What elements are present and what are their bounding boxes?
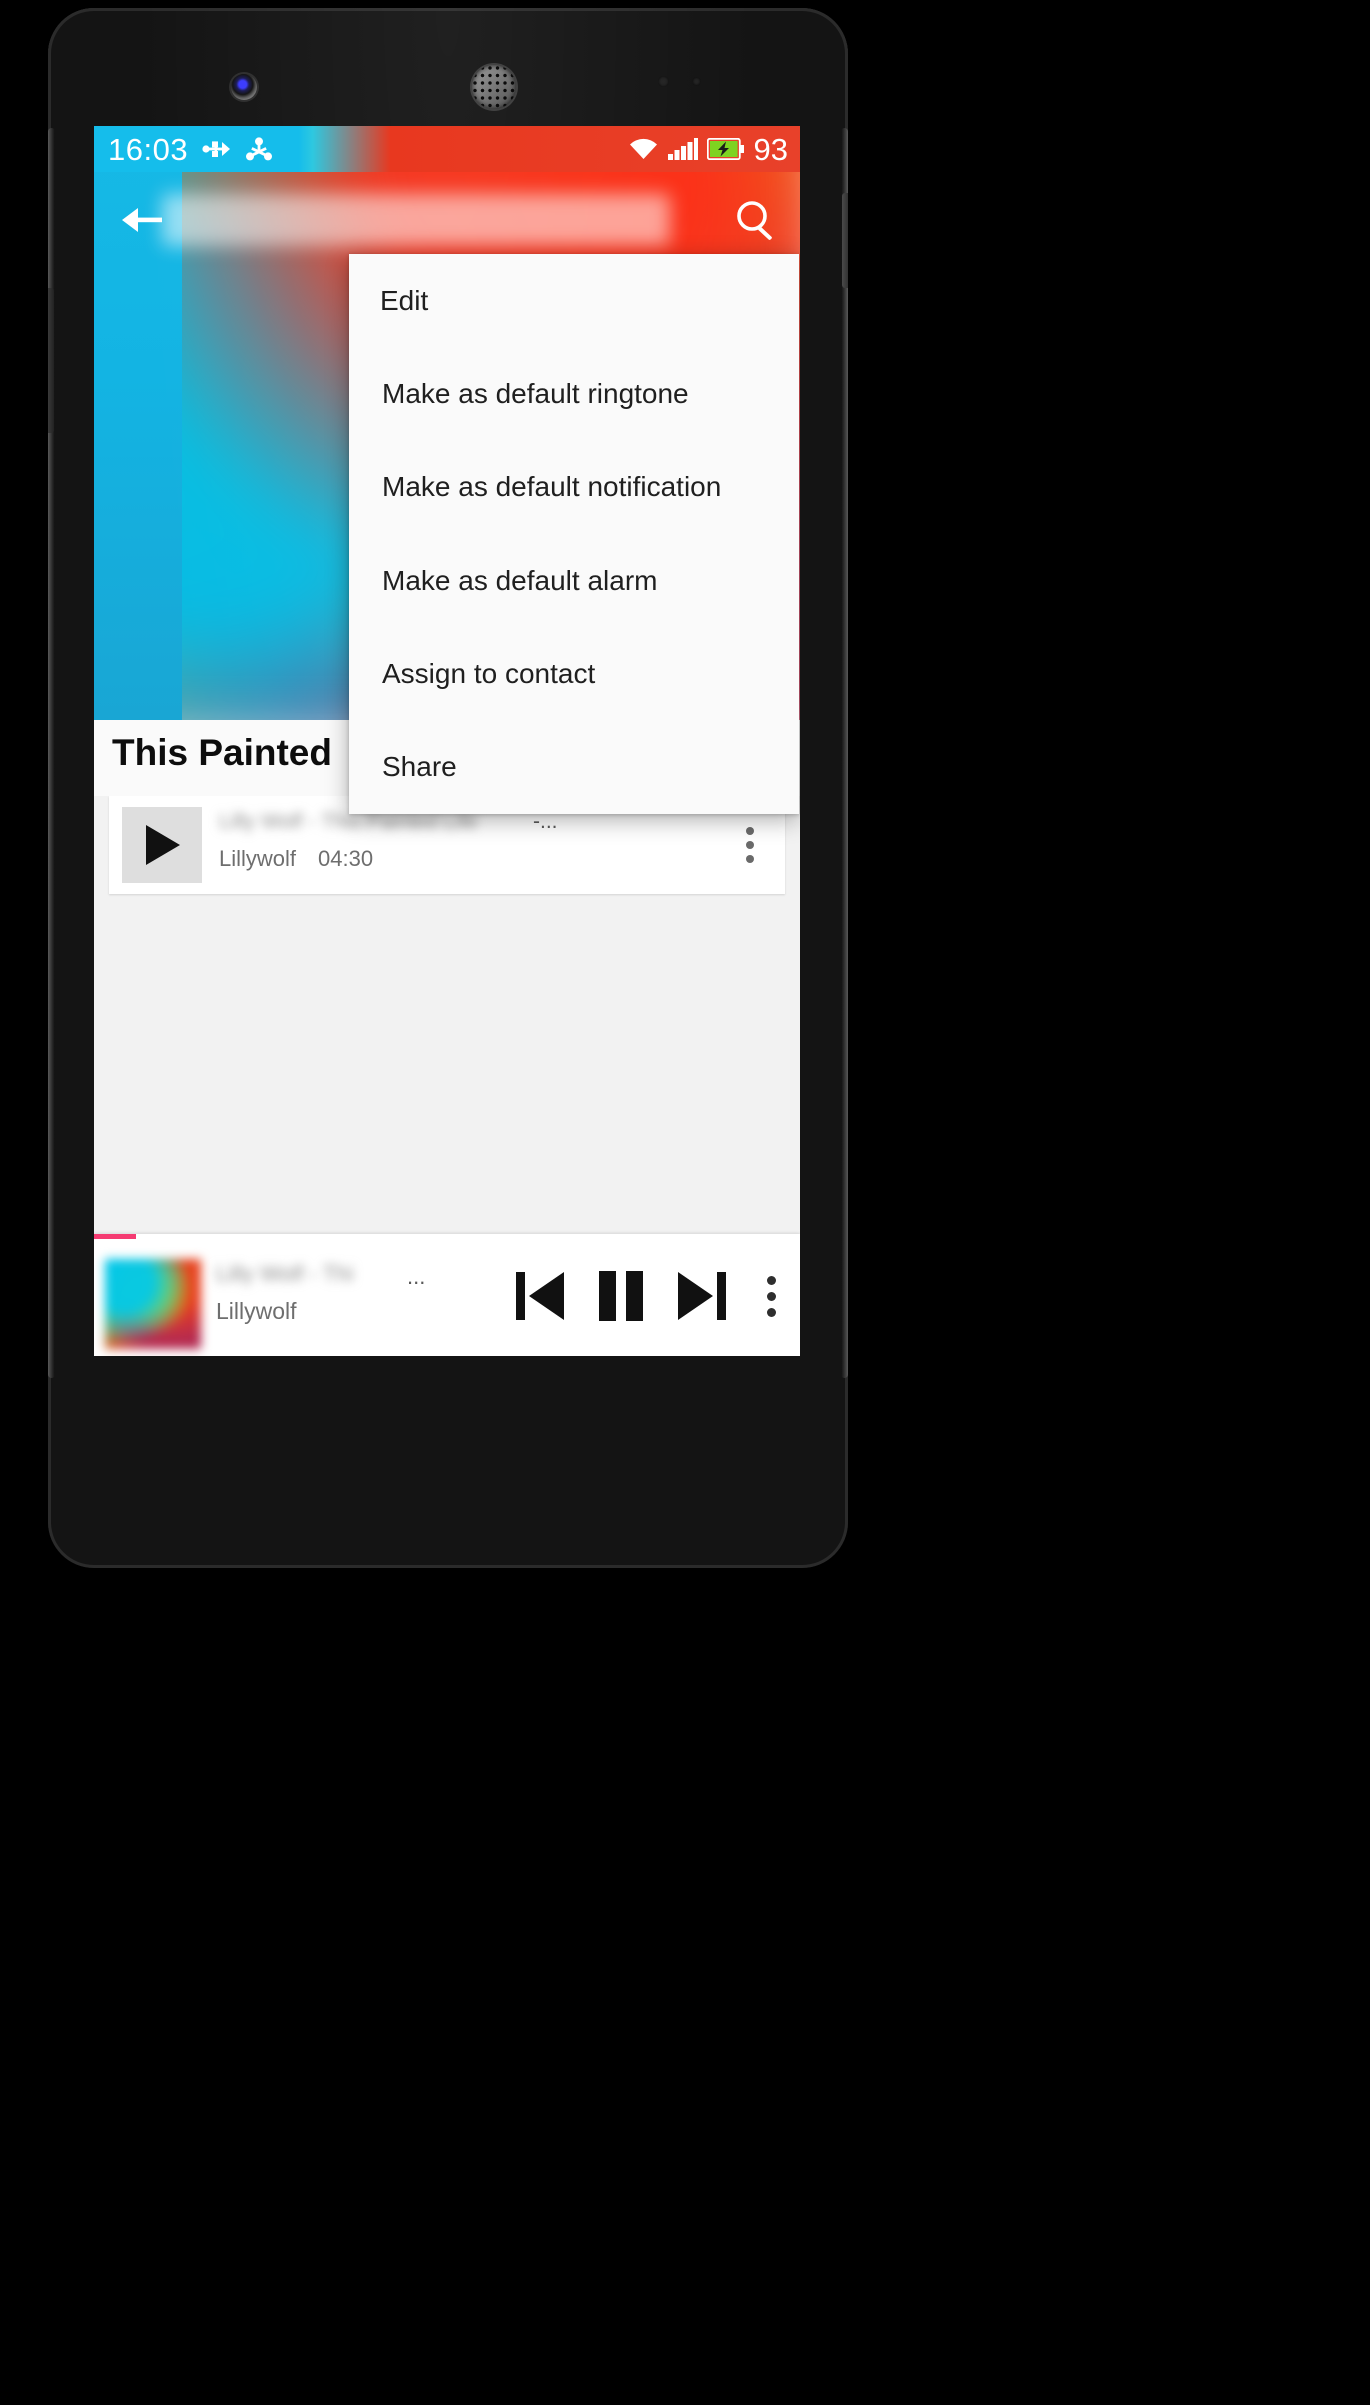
song-duration: 04:30 [318,846,374,871]
menu-item-edit[interactable]: Edit [349,254,799,347]
song-play-thumbnail[interactable] [122,807,202,883]
overflow-menu-icon [766,1307,776,1317]
skip-previous-icon [516,1272,564,1320]
skip-next-icon [678,1272,726,1320]
overflow-menu-icon [746,855,754,863]
status-bar-left-group: 16:03 [108,126,273,172]
status-bar-right-group: 93 [628,126,788,172]
app-bar-title-blurred [162,194,670,246]
phone-frame: 16:03 93 This Painted Lilly Wolf - This … [48,8,848,1568]
menu-item-make-default-alarm[interactable]: Make as default alarm [349,534,799,627]
back-arrow-icon [122,208,162,232]
proximity-sensor-icon [658,76,718,88]
battery-charging-icon [706,138,744,160]
menu-item-label: Make as default alarm [382,564,658,596]
previous-button[interactable] [512,1266,568,1326]
menu-item-label: Share [382,751,457,783]
cellular-signal-icon [667,138,698,160]
page-title: This Painted [112,732,332,773]
mini-player-title: Lilly Wolf - Thi [216,1261,354,1285]
overflow-menu-icon [766,1275,776,1285]
menu-item-make-default-notification[interactable]: Make as default notification [349,441,799,534]
pause-button[interactable] [594,1266,648,1326]
mini-player-artist: Lillywolf [216,1298,297,1324]
power-button[interactable] [842,193,848,288]
volume-button[interactable] [48,288,54,433]
song-meta: Lillywolf 04:30 [219,846,373,872]
play-icon [146,825,180,865]
wifi-icon [629,138,657,159]
phone-screen: 16:03 93 This Painted Lilly Wolf - This … [94,126,800,1356]
menu-item-label: Make as default notification [382,471,722,503]
share-icon [246,137,273,161]
menu-item-make-default-ringtone[interactable]: Make as default ringtone [349,347,799,440]
front-camera-icon [231,74,257,100]
next-button[interactable] [674,1266,730,1326]
battery-percent-label: 93 [753,131,788,167]
usb-icon [202,141,231,157]
search-button[interactable] [730,194,782,246]
overflow-menu-icon [766,1291,776,1301]
back-button[interactable] [116,194,168,246]
playback-progress-fill [94,1234,137,1239]
earpiece-speaker-icon [472,65,516,109]
overflow-menu-icon [746,841,754,849]
song-overflow-button[interactable] [733,818,767,872]
menu-item-label: Make as default ringtone [382,377,689,409]
mini-player-artwork[interactable] [105,1259,201,1349]
search-icon [737,201,772,240]
song-artist: Lillywolf [219,846,297,871]
status-clock: 16:03 [108,131,189,167]
pause-icon [599,1271,643,1321]
phone-right-edge [841,128,848,1378]
status-bar: 16:03 93 [94,126,800,172]
menu-item-label: Assign to contact [382,657,596,689]
menu-item-assign-to-contact[interactable]: Assign to contact [349,627,799,720]
mini-player: Lilly Wolf - Thi ... Lillywolf [94,1234,800,1356]
mini-player-title-ellipsis: ... [407,1264,426,1289]
mini-player-overflow-button[interactable] [756,1268,786,1324]
overflow-menu-icon [746,827,754,835]
menu-item-label: Edit [380,284,429,316]
menu-item-share[interactable]: Share [349,720,799,813]
mini-player-controls [512,1256,786,1336]
playback-progress-bar[interactable] [94,1234,800,1239]
context-menu[interactable]: Edit Make as default ringtone Make as de… [349,254,799,814]
